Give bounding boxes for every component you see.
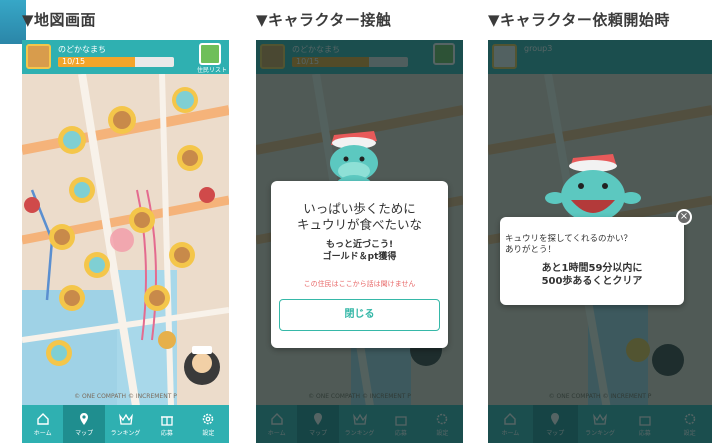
map-view[interactable] (22, 40, 229, 443)
request-dialog: キュウリを探してくれるのかい？ ありがとう！ あと1時間59分以内に 500歩あ… (500, 217, 684, 305)
phone-request-start: group3 © ONE COMPATH © INCREMENT P ホーム マ… (488, 40, 712, 443)
resident-list-label: 住民リスト (196, 67, 227, 74)
close-icon[interactable]: × (676, 209, 692, 225)
dialog-message-line2: キュウリが食べたいな (296, 217, 422, 232)
request-goal-line1: あと1時間59分以内に (541, 263, 643, 274)
request-message-line1: キュウリを探してくれるのかい？ (505, 234, 632, 244)
tab-map[interactable]: マップ (63, 405, 105, 443)
request-goal-line2: 500歩あるくとクリア (541, 276, 643, 287)
phone-character-contact: のどかなまち 10/15 © ONE COMPATH © INCREMENT P… (256, 40, 463, 443)
screenshot-page: ▼地図画面 ▼キャラクター接触 ▼キャラクター依頼開始時 のどかなまち 10/1… (0, 0, 712, 443)
home-icon (37, 412, 49, 425)
crown-icon (118, 413, 133, 425)
tab-label: ランキング (110, 429, 141, 437)
contact-dialog: いっぱい歩くために キュウリが食べたいな もっと近づこう! ゴールド＆pt獲得 … (271, 181, 448, 348)
request-message-line2: ありがとう！ (505, 245, 557, 255)
progress-text: 10/15 (62, 57, 86, 66)
caption-map-screen: ▼地図画面 (22, 11, 97, 29)
tab-settings[interactable]: 設定 (188, 405, 229, 443)
close-dialog-button[interactable]: 閉じる (279, 299, 440, 331)
tab-label: マップ (75, 429, 94, 437)
dialog-warning-text: この住民はここから話は聞けません (303, 280, 416, 288)
tab-label: ホーム (33, 429, 52, 437)
tab-ranking[interactable]: ランキング (105, 405, 146, 443)
dialog-message-line1: いっぱい歩くために (303, 201, 416, 216)
gift-icon (160, 415, 173, 426)
bottom-tab-bar: ホーム マップ ランキング 応募 設定 (22, 405, 229, 443)
tab-home[interactable]: ホーム (22, 405, 63, 443)
map-pin-icon (80, 412, 89, 425)
map-copyright: © ONE COMPATH © INCREMENT P (74, 393, 177, 400)
dialog-sub-line1: もっと近づこう! (325, 240, 394, 250)
phone-map-screen: のどかなまち 10/15 住民リスト © ONE COMPATH © INCRE… (22, 40, 229, 443)
town-avatar[interactable] (26, 44, 51, 69)
town-name: のどかなまち (58, 45, 106, 54)
dialog-sub-line2: ゴールド＆pt獲得 (322, 252, 397, 262)
tab-label: 応募 (160, 429, 173, 437)
caption-character-contact: ▼キャラクター接触 (256, 11, 392, 29)
caption-request-start: ▼キャラクター依頼開始時 (488, 11, 670, 29)
tab-label: 設定 (202, 429, 215, 437)
top-status-bar: のどかなまち 10/15 住民リスト (22, 40, 229, 74)
gear-icon (203, 413, 214, 424)
resident-list-icon[interactable] (199, 43, 221, 65)
tab-apply[interactable]: 応募 (146, 405, 187, 443)
